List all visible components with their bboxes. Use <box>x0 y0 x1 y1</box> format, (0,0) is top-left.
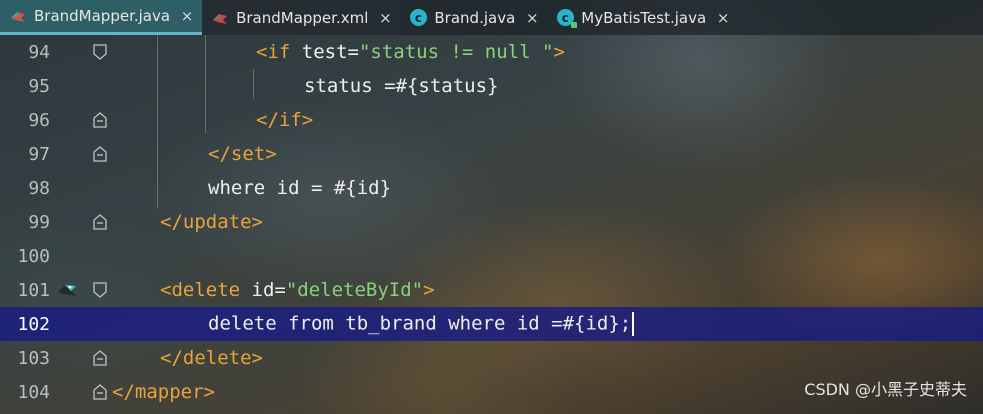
tab-label: Brand.java <box>434 8 516 27</box>
text-caret <box>632 312 635 336</box>
tab-label: BrandMapper.xml <box>236 8 369 27</box>
code-line[interactable]: 99 </update> <box>0 205 983 239</box>
fold-close-icon[interactable] <box>93 350 107 366</box>
tab-mybatistest-java[interactable]: c MyBatisTest.java × <box>547 0 738 35</box>
line-number: 94 <box>28 41 50 63</box>
fold-close-icon[interactable] <box>93 384 107 400</box>
code-text: delete from tb_brand where id =#{id}; <box>208 312 635 336</box>
tab-label: BrandMapper.java <box>34 7 171 25</box>
fold-close-icon[interactable] <box>93 112 107 128</box>
line-number: 98 <box>28 177 50 199</box>
code-text: <delete id="deleteById"> <box>160 279 435 301</box>
code-line[interactable]: 101 <delete id="deleteById"> <box>0 273 983 307</box>
code-text: </mapper> <box>112 381 215 403</box>
close-icon[interactable]: × <box>378 9 392 27</box>
close-icon[interactable]: × <box>180 7 194 25</box>
line-number: 97 <box>28 143 50 165</box>
code-text: </update> <box>160 211 263 233</box>
code-text: </set> <box>208 143 277 165</box>
tab-brandmapper-java[interactable]: BrandMapper.java × <box>0 0 203 35</box>
mybatis-xml-icon <box>210 8 230 28</box>
fold-close-icon[interactable] <box>93 214 107 230</box>
code-line[interactable]: 94 <if test="status != null "> <box>0 35 983 69</box>
close-icon[interactable]: × <box>716 9 730 27</box>
code-text: status =#{status} <box>304 75 499 97</box>
ide-window: BrandMapper.java × BrandMapper.xml × c B… <box>0 0 983 414</box>
java-test-class-icon: c <box>555 8 577 28</box>
code-line-current[interactable]: 102 delete from tb_brand where id =#{id}… <box>0 307 983 341</box>
fold-open-icon[interactable] <box>93 282 107 298</box>
line-number: 103 <box>17 347 50 369</box>
code-line[interactable]: 103 </delete> <box>0 341 983 375</box>
code-line[interactable]: 97 </set> <box>0 137 983 171</box>
line-number: 104 <box>17 381 50 403</box>
code-line[interactable]: 98 where id = #{id} <box>0 171 983 205</box>
fold-close-icon[interactable] <box>93 146 107 162</box>
watermark: CSDN @小黑子史蒂夫 <box>804 380 967 399</box>
line-number: 95 <box>28 75 50 97</box>
java-interface-icon <box>8 6 28 26</box>
code-text: where id = #{id} <box>208 177 392 199</box>
code-line[interactable]: 96 </if> <box>0 103 983 137</box>
code-text: </if> <box>256 109 314 131</box>
code-text: <if test="status != null "> <box>256 41 565 63</box>
tab-label: MyBatisTest.java <box>581 8 707 27</box>
code-line[interactable]: 100 <box>0 239 983 273</box>
code-text: </delete> <box>160 347 263 369</box>
line-number: 102 <box>17 313 50 335</box>
code-line[interactable]: 95 status =#{status} <box>0 69 983 103</box>
line-number: 96 <box>28 109 50 131</box>
java-class-icon: c <box>408 8 428 28</box>
code-editor[interactable]: 94 <if test="status != null "> 95 status… <box>0 35 983 414</box>
close-icon[interactable]: × <box>525 9 539 27</box>
tab-brandmapper-xml[interactable]: BrandMapper.xml × <box>202 0 401 35</box>
editor-tab-bar: BrandMapper.java × BrandMapper.xml × c B… <box>0 0 983 35</box>
mybatis-bird-icon[interactable] <box>56 280 80 300</box>
line-number: 99 <box>28 211 50 233</box>
line-number: 101 <box>17 279 50 301</box>
line-number: 100 <box>17 245 50 267</box>
fold-open-icon[interactable] <box>93 44 107 60</box>
tab-brand-java[interactable]: c Brand.java × <box>400 0 547 35</box>
